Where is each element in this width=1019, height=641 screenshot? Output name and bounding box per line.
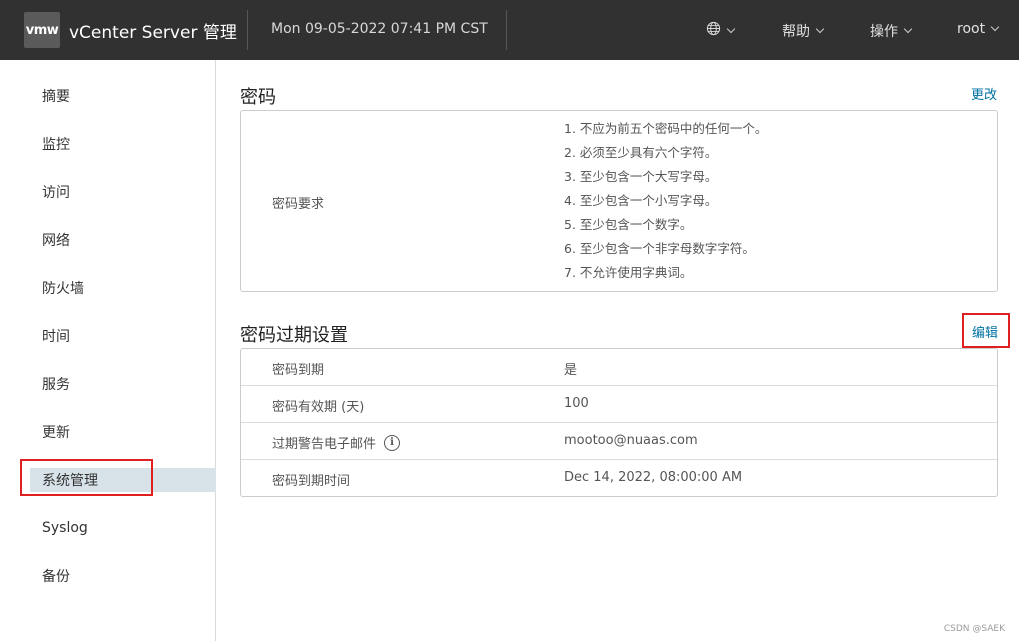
row-value: 是 <box>564 363 578 378</box>
table-row: 密码到期 是 <box>241 349 997 386</box>
row-value: mootoo@nuaas.com <box>564 433 698 448</box>
table-row: 过期警告电子邮件 i mootoo@nuaas.com <box>241 423 997 460</box>
row-value: 100 <box>564 396 589 411</box>
app-header: vmw vCenter Server 管理 Mon 09-05-2022 07:… <box>0 0 1019 60</box>
sidebar-item-summary[interactable]: 摘要 <box>30 84 216 108</box>
chevron-down-icon <box>726 24 736 33</box>
header-divider <box>506 10 507 50</box>
sidebar-item-time[interactable]: 时间 <box>30 324 216 348</box>
app-title: vCenter Server 管理 <box>69 23 237 43</box>
row-label-with-info: 过期警告电子邮件 i <box>272 433 401 452</box>
requirement-item: 5. 至少包含一个数字。 <box>564 217 693 232</box>
sidebar-nav: 摘要 监控 访问 网络 防火墙 时间 服务 更新 系统管理 Syslog 备份 <box>0 60 216 641</box>
row-label: 密码到期 <box>272 363 325 378</box>
actions-menu-label: 操作 <box>870 24 898 40</box>
requirement-item: 3. 至少包含一个大写字母。 <box>564 169 718 184</box>
help-menu[interactable]: 帮助 <box>782 21 825 41</box>
sidebar-item-firewall[interactable]: 防火墙 <box>30 276 216 300</box>
password-requirements-card: 密码要求 1. 不应为前五个密码中的任何一个。 2. 必须至少具有六个字符。 3… <box>240 110 998 292</box>
sidebar-item-update[interactable]: 更新 <box>30 420 216 444</box>
password-expiry-section-title: 密码过期设置 <box>240 325 348 346</box>
sidebar-item-syslog[interactable]: Syslog <box>30 516 216 540</box>
table-row: 密码到期时间 Dec 14, 2022, 08:00:00 AM <box>241 460 997 497</box>
help-menu-label: 帮助 <box>782 24 810 40</box>
chevron-down-icon <box>815 24 825 34</box>
table-row: 密码有效期 (天) 100 <box>241 386 997 423</box>
sidebar-item-administration[interactable]: 系统管理 <box>30 468 216 492</box>
language-menu[interactable] <box>706 21 736 40</box>
row-value: Dec 14, 2022, 08:00:00 AM <box>564 470 743 485</box>
sidebar-item-services[interactable]: 服务 <box>30 372 216 396</box>
user-menu[interactable]: root <box>957 21 1000 37</box>
row-label-text: 过期警告电子邮件 <box>272 437 377 452</box>
password-requirements-list: 1. 不应为前五个密码中的任何一个。 2. 必须至少具有六个字符。 3. 至少包… <box>564 120 767 288</box>
requirement-item: 4. 至少包含一个小写字母。 <box>564 193 718 208</box>
password-expiry-card: 密码到期 是 密码有效期 (天) 100 过期警告电子邮件 i mootoo@n… <box>240 348 998 497</box>
requirement-item: 2. 必须至少具有六个字符。 <box>564 145 718 160</box>
requirement-item: 6. 至少包含一个非字母数字字符。 <box>564 241 755 256</box>
row-label: 密码到期时间 <box>272 474 351 489</box>
password-requirements-label: 密码要求 <box>272 197 325 212</box>
sidebar-item-backup[interactable]: 备份 <box>30 564 216 588</box>
header-divider <box>247 10 248 50</box>
row-label: 密码有效期 (天) <box>272 400 365 415</box>
sidebar-item-network[interactable]: 网络 <box>30 228 216 252</box>
info-icon[interactable]: i <box>384 434 401 451</box>
globe-icon <box>706 21 721 40</box>
vmware-logo: vmw <box>24 12 60 48</box>
sidebar-item-access[interactable]: 访问 <box>30 180 216 204</box>
chevron-down-icon <box>990 22 1000 32</box>
chevron-down-icon <box>903 24 913 34</box>
requirement-item: 1. 不应为前五个密码中的任何一个。 <box>564 121 768 136</box>
actions-menu[interactable]: 操作 <box>870 21 913 41</box>
edit-expiry-link[interactable]: 编辑 <box>972 322 998 341</box>
user-menu-label: root <box>957 21 986 37</box>
sidebar-item-monitor[interactable]: 监控 <box>30 132 216 156</box>
watermark: CSDN @SAEK <box>943 624 1005 634</box>
requirement-item: 7. 不允许使用字典词。 <box>564 265 693 280</box>
header-datetime: Mon 09-05-2022 07:41 PM CST <box>271 21 488 37</box>
change-password-link[interactable]: 更改 <box>971 84 997 103</box>
password-section-title: 密码 <box>240 87 276 108</box>
